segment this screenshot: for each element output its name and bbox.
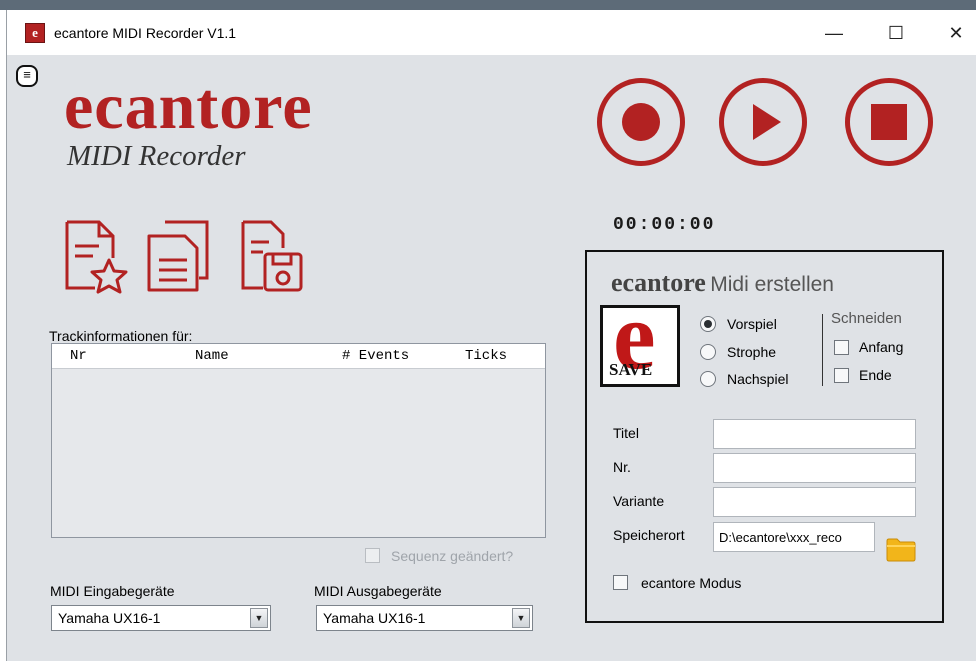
- track-info-label: Trackinformationen für:: [49, 328, 193, 344]
- options-divider: [822, 314, 823, 386]
- panel-title-text: Midi erstellen: [710, 273, 834, 296]
- save-document-icon[interactable]: [237, 218, 307, 294]
- location-field[interactable]: D:\ecantore\xxx_reco: [713, 522, 875, 552]
- variant-field[interactable]: [713, 487, 916, 517]
- cut-start-label: Anfang: [859, 339, 904, 355]
- ecantore-mode-checkbox[interactable]: [613, 575, 628, 590]
- maximize-button[interactable]: ☐: [873, 18, 919, 48]
- copy-documents-icon[interactable]: [145, 218, 215, 294]
- brand-logo: ecantore: [64, 70, 313, 143]
- folder-icon[interactable]: [886, 536, 916, 562]
- chevron-down-icon[interactable]: ▼: [250, 608, 268, 628]
- hamburger-menu-icon[interactable]: ≡: [16, 65, 38, 87]
- play-button[interactable]: [719, 78, 807, 166]
- midi-input-dropdown[interactable]: Yamaha UX16-1 ▼: [51, 605, 271, 631]
- cut-end-checkbox[interactable]: [834, 368, 849, 383]
- record-icon: [622, 103, 660, 141]
- panel-title-brand: ecantore: [611, 268, 706, 297]
- cut-start-checkbox[interactable]: [834, 340, 849, 355]
- app-window: e ecantore MIDI Recorder V1.1 — ☐ ✕ ≡ ec…: [6, 10, 976, 661]
- title-bar: e ecantore MIDI Recorder V1.1 — ☐ ✕: [7, 10, 976, 55]
- radio-vorspiel[interactable]: [700, 316, 716, 332]
- cut-end-label: Ende: [859, 367, 892, 383]
- number-field[interactable]: [713, 453, 916, 483]
- radio-strophe[interactable]: [700, 344, 716, 360]
- cut-label: Schneiden: [831, 310, 902, 327]
- number-field-label: Nr.: [613, 459, 631, 475]
- create-midi-panel: ecantore Midi erstellen e SAVE Vorspiel …: [585, 250, 944, 623]
- midi-input-selected: Yamaha UX16-1: [58, 610, 161, 626]
- title-field-label: Titel: [613, 425, 639, 441]
- sequence-changed-label: Sequenz geändert?: [391, 548, 514, 564]
- variant-field-label: Variante: [613, 493, 665, 509]
- brand-subtitle: MIDI Recorder: [67, 140, 246, 172]
- save-button[interactable]: e SAVE: [600, 305, 680, 387]
- panel-title: ecantore Midi erstellen: [611, 268, 834, 298]
- close-button[interactable]: ✕: [933, 18, 976, 48]
- new-favorite-document-icon[interactable]: [59, 218, 129, 294]
- track-table-header: Nr Name # Events Ticks: [52, 344, 545, 369]
- track-table[interactable]: Nr Name # Events Ticks: [51, 343, 546, 538]
- midi-input-label: MIDI Eingabegeräte: [50, 583, 175, 599]
- window-title: ecantore MIDI Recorder V1.1: [54, 25, 237, 41]
- title-field[interactable]: [713, 419, 916, 449]
- ecantore-mode-label: ecantore Modus: [641, 575, 742, 591]
- recording-timer: 00:00:00: [613, 215, 716, 235]
- play-icon: [753, 104, 781, 140]
- column-header-ticks[interactable]: Ticks: [465, 348, 507, 364]
- column-header-nr[interactable]: Nr: [70, 348, 87, 364]
- radio-vorspiel-label: Vorspiel: [727, 316, 777, 332]
- sequence-changed-checkbox[interactable]: [365, 548, 380, 563]
- stop-icon: [871, 104, 907, 140]
- column-header-events[interactable]: # Events: [342, 348, 409, 364]
- stop-button[interactable]: [845, 78, 933, 166]
- record-button[interactable]: [597, 78, 685, 166]
- minimize-button[interactable]: —: [811, 18, 857, 48]
- radio-strophe-label: Strophe: [727, 344, 777, 360]
- midi-output-label: MIDI Ausgabegeräte: [314, 583, 442, 599]
- save-logo-text: SAVE: [609, 360, 653, 379]
- radio-nachspiel[interactable]: [700, 371, 716, 387]
- radio-nachspiel-label: Nachspiel: [727, 371, 789, 387]
- location-field-label: Speicherort: [613, 527, 685, 543]
- chevron-down-icon[interactable]: ▼: [512, 608, 530, 628]
- desktop-background-strip: [0, 0, 976, 10]
- column-header-name[interactable]: Name: [195, 348, 229, 364]
- midi-output-dropdown[interactable]: Yamaha UX16-1 ▼: [316, 605, 533, 631]
- midi-output-selected: Yamaha UX16-1: [323, 610, 426, 626]
- app-logo-icon: e: [25, 23, 45, 43]
